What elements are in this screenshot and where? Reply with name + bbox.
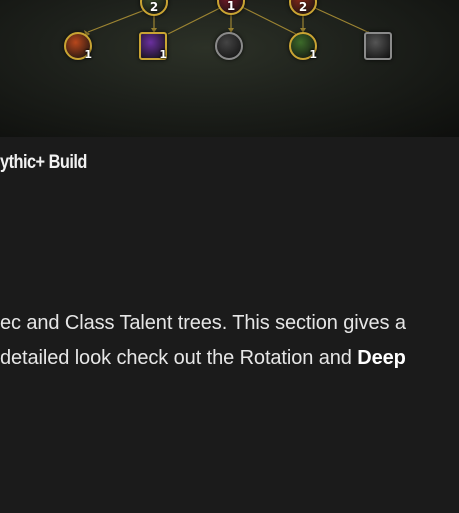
green-beast-talent-icon[interactable]: 1 bbox=[289, 32, 317, 61]
talent-rank-badge: 1 bbox=[84, 48, 92, 61]
section-paragraph-line-1: ec and Class Talent trees. This section … bbox=[0, 312, 406, 334]
talent-rank-label: 2 bbox=[298, 0, 308, 14]
white-claw-talent-icon[interactable] bbox=[364, 32, 392, 60]
deep-dive-link[interactable]: Deep bbox=[357, 347, 406, 369]
top-talent-1-icon[interactable]: 2 bbox=[140, 0, 168, 16]
arcane-purple-talent-icon[interactable]: 1 bbox=[139, 32, 167, 61]
gray-rune-talent-icon[interactable] bbox=[215, 32, 243, 60]
talent-rank-badge: 1 bbox=[309, 48, 317, 61]
section-paragraph-line-2: detailed look check out the Rotation and… bbox=[0, 347, 406, 370]
build-title: ythic+ Build bbox=[0, 152, 87, 173]
fire-claw-talent-icon[interactable]: 1 bbox=[64, 32, 92, 61]
talent-connector-lines bbox=[84, 5, 374, 37]
talent-rank-label: 1 bbox=[226, 0, 236, 13]
talent-rank-badge: 1 bbox=[159, 48, 167, 61]
talent-tree-panel: 2 1 2 1 1 1 bbox=[0, 0, 459, 137]
top-talent-2-icon[interactable]: 1 bbox=[217, 0, 245, 15]
paragraph-text: detailed look check out the Rotation and bbox=[0, 347, 358, 369]
talent-rank-label: 2 bbox=[149, 0, 159, 14]
top-talent-3-icon[interactable]: 2 bbox=[289, 0, 317, 16]
